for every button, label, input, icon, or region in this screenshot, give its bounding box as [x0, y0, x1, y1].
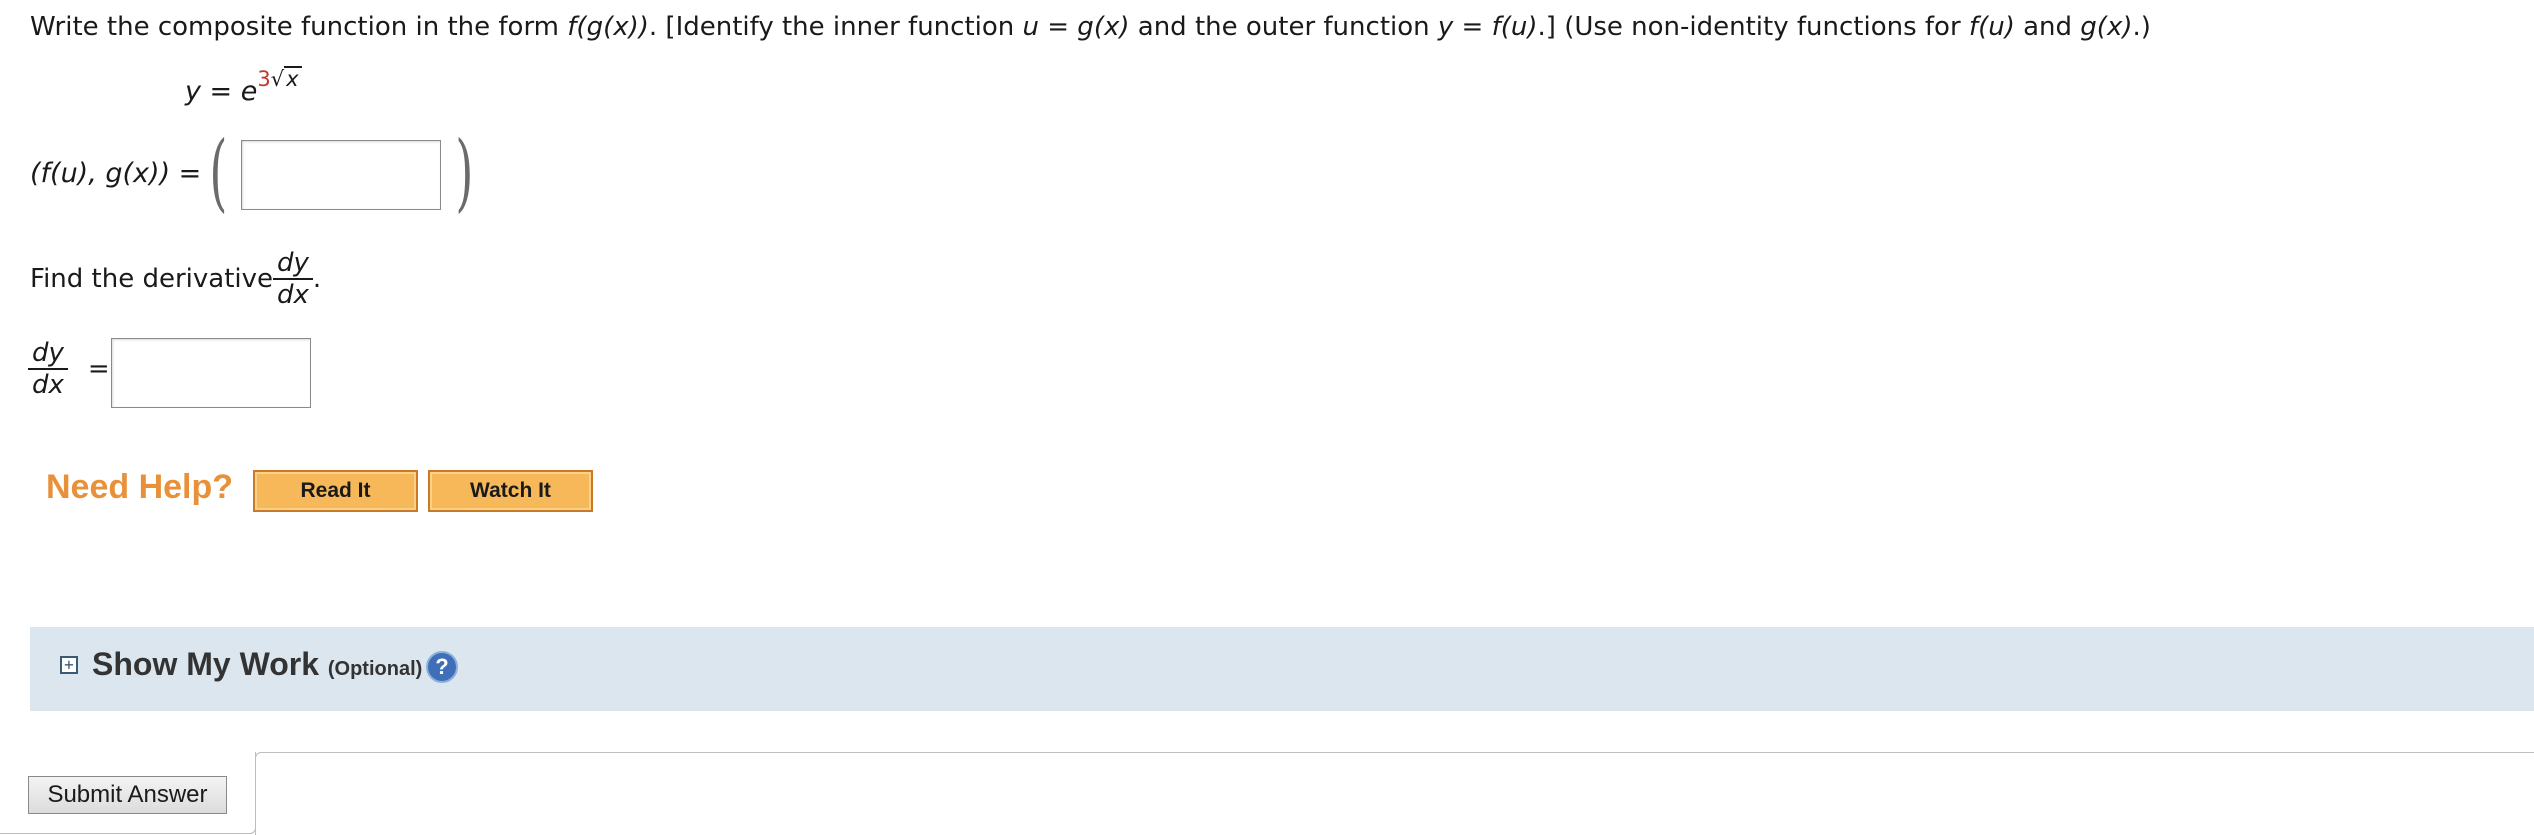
- expand-plus-icon[interactable]: +: [60, 656, 78, 674]
- derivative-period: .: [312, 264, 322, 294]
- need-help-label: Need Help?: [46, 468, 234, 506]
- watch-it-button[interactable]: Watch It: [428, 470, 593, 512]
- lhs-numerator: dy: [32, 338, 64, 368]
- question-identify: . [Identify the inner function: [648, 12, 1023, 42]
- question-fu: f(u): [1968, 12, 2015, 42]
- derivative-answer-input[interactable]: [111, 338, 311, 408]
- question-text: Write the composite function in the form…: [30, 12, 2151, 42]
- question-and: and: [2014, 12, 2081, 42]
- question-end: .): [2132, 12, 2151, 42]
- derivative-fraction: dy dx: [273, 248, 313, 310]
- derivative-prompt-text: Find the derivative: [30, 264, 274, 294]
- given-function: y = e3√x: [185, 66, 302, 107]
- question-gx: g(x): [2080, 12, 2133, 42]
- show-my-work-title[interactable]: Show My Work (Optional): [92, 646, 422, 683]
- submit-answer-button[interactable]: Submit Answer: [28, 776, 227, 814]
- question-prefix: Write the composite function in the form: [30, 12, 568, 42]
- help-question-icon[interactable]: ?: [426, 651, 458, 683]
- question-mid: and the outer function: [1129, 12, 1438, 42]
- optional-label: (Optional): [327, 658, 423, 680]
- equals-sign: =: [87, 354, 110, 384]
- fraction-denominator: dx: [277, 280, 309, 310]
- equation-exponent: 3√x: [257, 66, 302, 91]
- derivative-prompt: Find the derivative dy dx .: [30, 248, 321, 310]
- question-form: f(g(x)): [567, 12, 649, 42]
- right-paren: ): [455, 123, 474, 221]
- radicand: x: [284, 66, 302, 90]
- read-it-button[interactable]: Read It: [253, 470, 418, 512]
- radical-index: 3: [257, 67, 271, 91]
- equation-lhs: y = e: [185, 76, 258, 107]
- composite-label: (f(u), g(x)) =: [30, 158, 201, 189]
- lhs-denominator: dx: [32, 370, 64, 400]
- left-paren: (: [209, 123, 228, 221]
- question-inner-function: u = g(x): [1022, 12, 1130, 42]
- composite-label-text: (f(u), g(x)) =: [30, 158, 202, 189]
- radical-sign: √: [270, 67, 285, 91]
- derivative-lhs-fraction: dy dx: [28, 338, 68, 400]
- question-suffix: .] (Use non-identity functions for: [1537, 12, 1969, 42]
- submit-area-divider: [255, 752, 2534, 835]
- fraction-numerator: dy: [277, 248, 309, 278]
- question-outer-function: y = f(u): [1437, 12, 1538, 42]
- show-my-work-text: Show My Work: [92, 646, 319, 682]
- derivative-answer-row: dy dx =: [28, 338, 110, 400]
- composite-answer-input[interactable]: [241, 140, 441, 210]
